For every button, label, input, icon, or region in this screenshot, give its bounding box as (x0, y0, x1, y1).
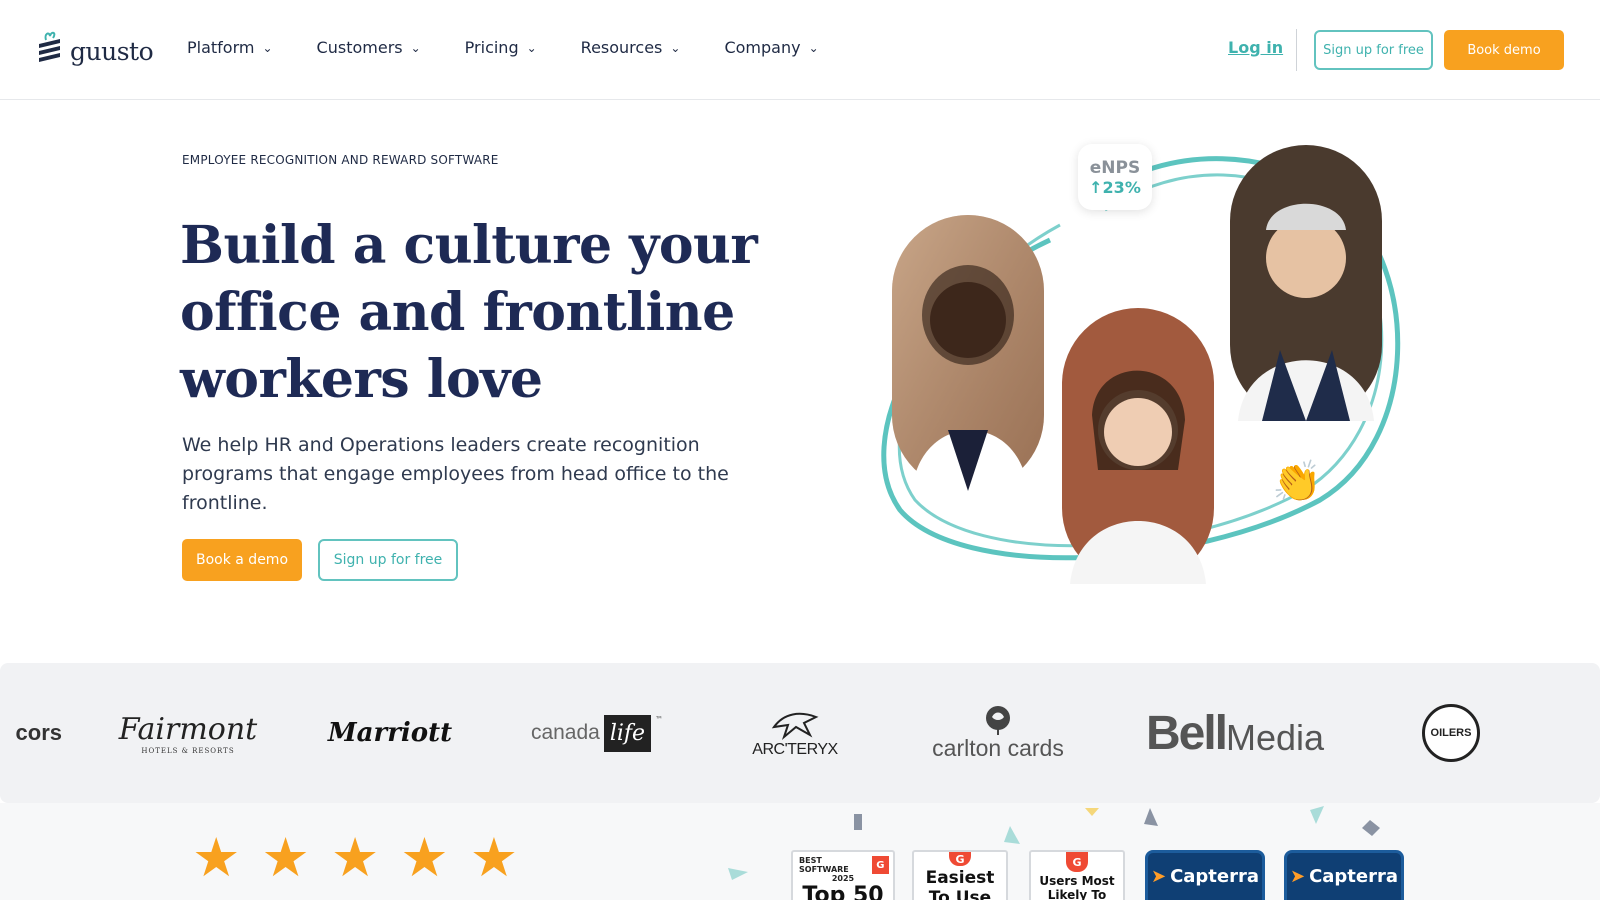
guusto-logo-icon (36, 30, 64, 72)
brand-logo-oilers: OILERS (1420, 663, 1482, 803)
star-icon: ★ (192, 826, 241, 889)
hero-eyebrow: EMPLOYEE RECOGNITION AND REWARD SOFTWARE (182, 153, 499, 167)
capterra-badge: ➤ Capterra (1284, 850, 1404, 900)
nav-pricing[interactable]: Pricing ⌄ (465, 38, 537, 57)
main-nav: Platform ⌄ Customers ⌄ Pricing ⌄ Resourc… (187, 38, 819, 57)
nav-label: Company (724, 38, 801, 57)
hero-subtitle: We help HR and Operations leaders create… (182, 434, 729, 514)
nav-label: Resources (580, 38, 663, 57)
enps-label: eNPS (1089, 157, 1141, 178)
chevron-down-icon: ⌄ (526, 40, 537, 55)
chevron-down-icon: ⌄ (410, 40, 421, 55)
chevron-down-icon: ⌄ (262, 40, 273, 55)
header-divider (1296, 29, 1297, 71)
g2-icon: G (1066, 852, 1088, 872)
capterra-badge: ➤ Capterra (1145, 850, 1265, 900)
g2-icon: G (871, 856, 889, 874)
nav-label: Platform (187, 38, 255, 57)
nav-company[interactable]: Company ⌄ (724, 38, 818, 57)
signup-button[interactable]: Sign up for free (1314, 30, 1433, 70)
brand-logo-fairmont: Fairmont HOTELS & RESORTS (118, 711, 258, 755)
star-icon: ★ (469, 826, 519, 889)
g2-best-software-badge: BEST SOFTWARE G 2025 Top 50 (791, 850, 895, 900)
capterra-arrow-icon: ➤ (1150, 866, 1167, 887)
brand-logo-arcteryx: ARC'TERYX (745, 663, 845, 803)
brand-logo-carlton-cards: carlton cards (928, 663, 1068, 803)
five-star-rating: ★ ★ ★ ★ ★ (192, 831, 518, 885)
photo-doctor (892, 215, 1044, 491)
star-icon: ★ (261, 826, 310, 889)
customer-logo-strip: cors Fairmont HOTELS & RESORTS Marriott … (0, 663, 1600, 803)
g2-users-most-likely-badge: G Users Most Likely To (1029, 850, 1125, 900)
brand-logo-partial: cors (15, 720, 62, 745)
rose-icon (986, 705, 1010, 735)
star-icon: ★ (330, 826, 380, 889)
hero-book-demo-button[interactable]: Book a demo (182, 539, 302, 581)
clap-icon: 👏 (1272, 458, 1322, 505)
chevron-down-icon: ⌄ (670, 40, 681, 55)
brand-logo-partial-right (1590, 663, 1600, 803)
g2-easiest-to-use-badge: G Easiest To Use (912, 850, 1008, 900)
book-demo-button[interactable]: Book demo (1444, 30, 1564, 70)
login-link[interactable]: Log in (1228, 38, 1283, 57)
brand-logo-marriott: Marriott (327, 718, 453, 748)
enps-percent: 23% (1102, 177, 1141, 197)
logo-wordmark: guusto (70, 36, 154, 66)
photo-support-agent (1062, 308, 1214, 584)
nav-resources[interactable]: Resources ⌄ (581, 38, 681, 57)
capterra-arrow-icon: ➤ (1289, 866, 1306, 887)
hero-title: Build a culture your office and frontlin… (180, 215, 758, 410)
chevron-down-icon: ⌄ (808, 40, 819, 55)
enps-value: ↑23% (1089, 178, 1141, 197)
nav-platform[interactable]: Platform ⌄ (187, 38, 273, 57)
nav-customers[interactable]: Customers ⌄ (317, 38, 421, 57)
brand-logo-canada-life: canada life ™ (531, 663, 663, 803)
arcteryx-bird-icon (771, 712, 819, 741)
nav-label: Customers (316, 38, 403, 57)
site-header: guusto Platform ⌄ Customers ⌄ Pricing ⌄ … (0, 0, 1600, 100)
photo-chef (1230, 145, 1382, 421)
star-icon: ★ (400, 826, 449, 889)
arrow-up-icon: ↑ (1089, 177, 1103, 197)
guusto-logo[interactable]: guusto (36, 30, 154, 72)
enps-badge: eNPS ↑23% (1078, 144, 1152, 210)
nav-label: Pricing (464, 38, 519, 57)
hero-signup-button[interactable]: Sign up for free (318, 539, 458, 581)
brand-logo-bell-media: Bell Media (1145, 706, 1325, 760)
g2-icon: G (949, 852, 971, 866)
